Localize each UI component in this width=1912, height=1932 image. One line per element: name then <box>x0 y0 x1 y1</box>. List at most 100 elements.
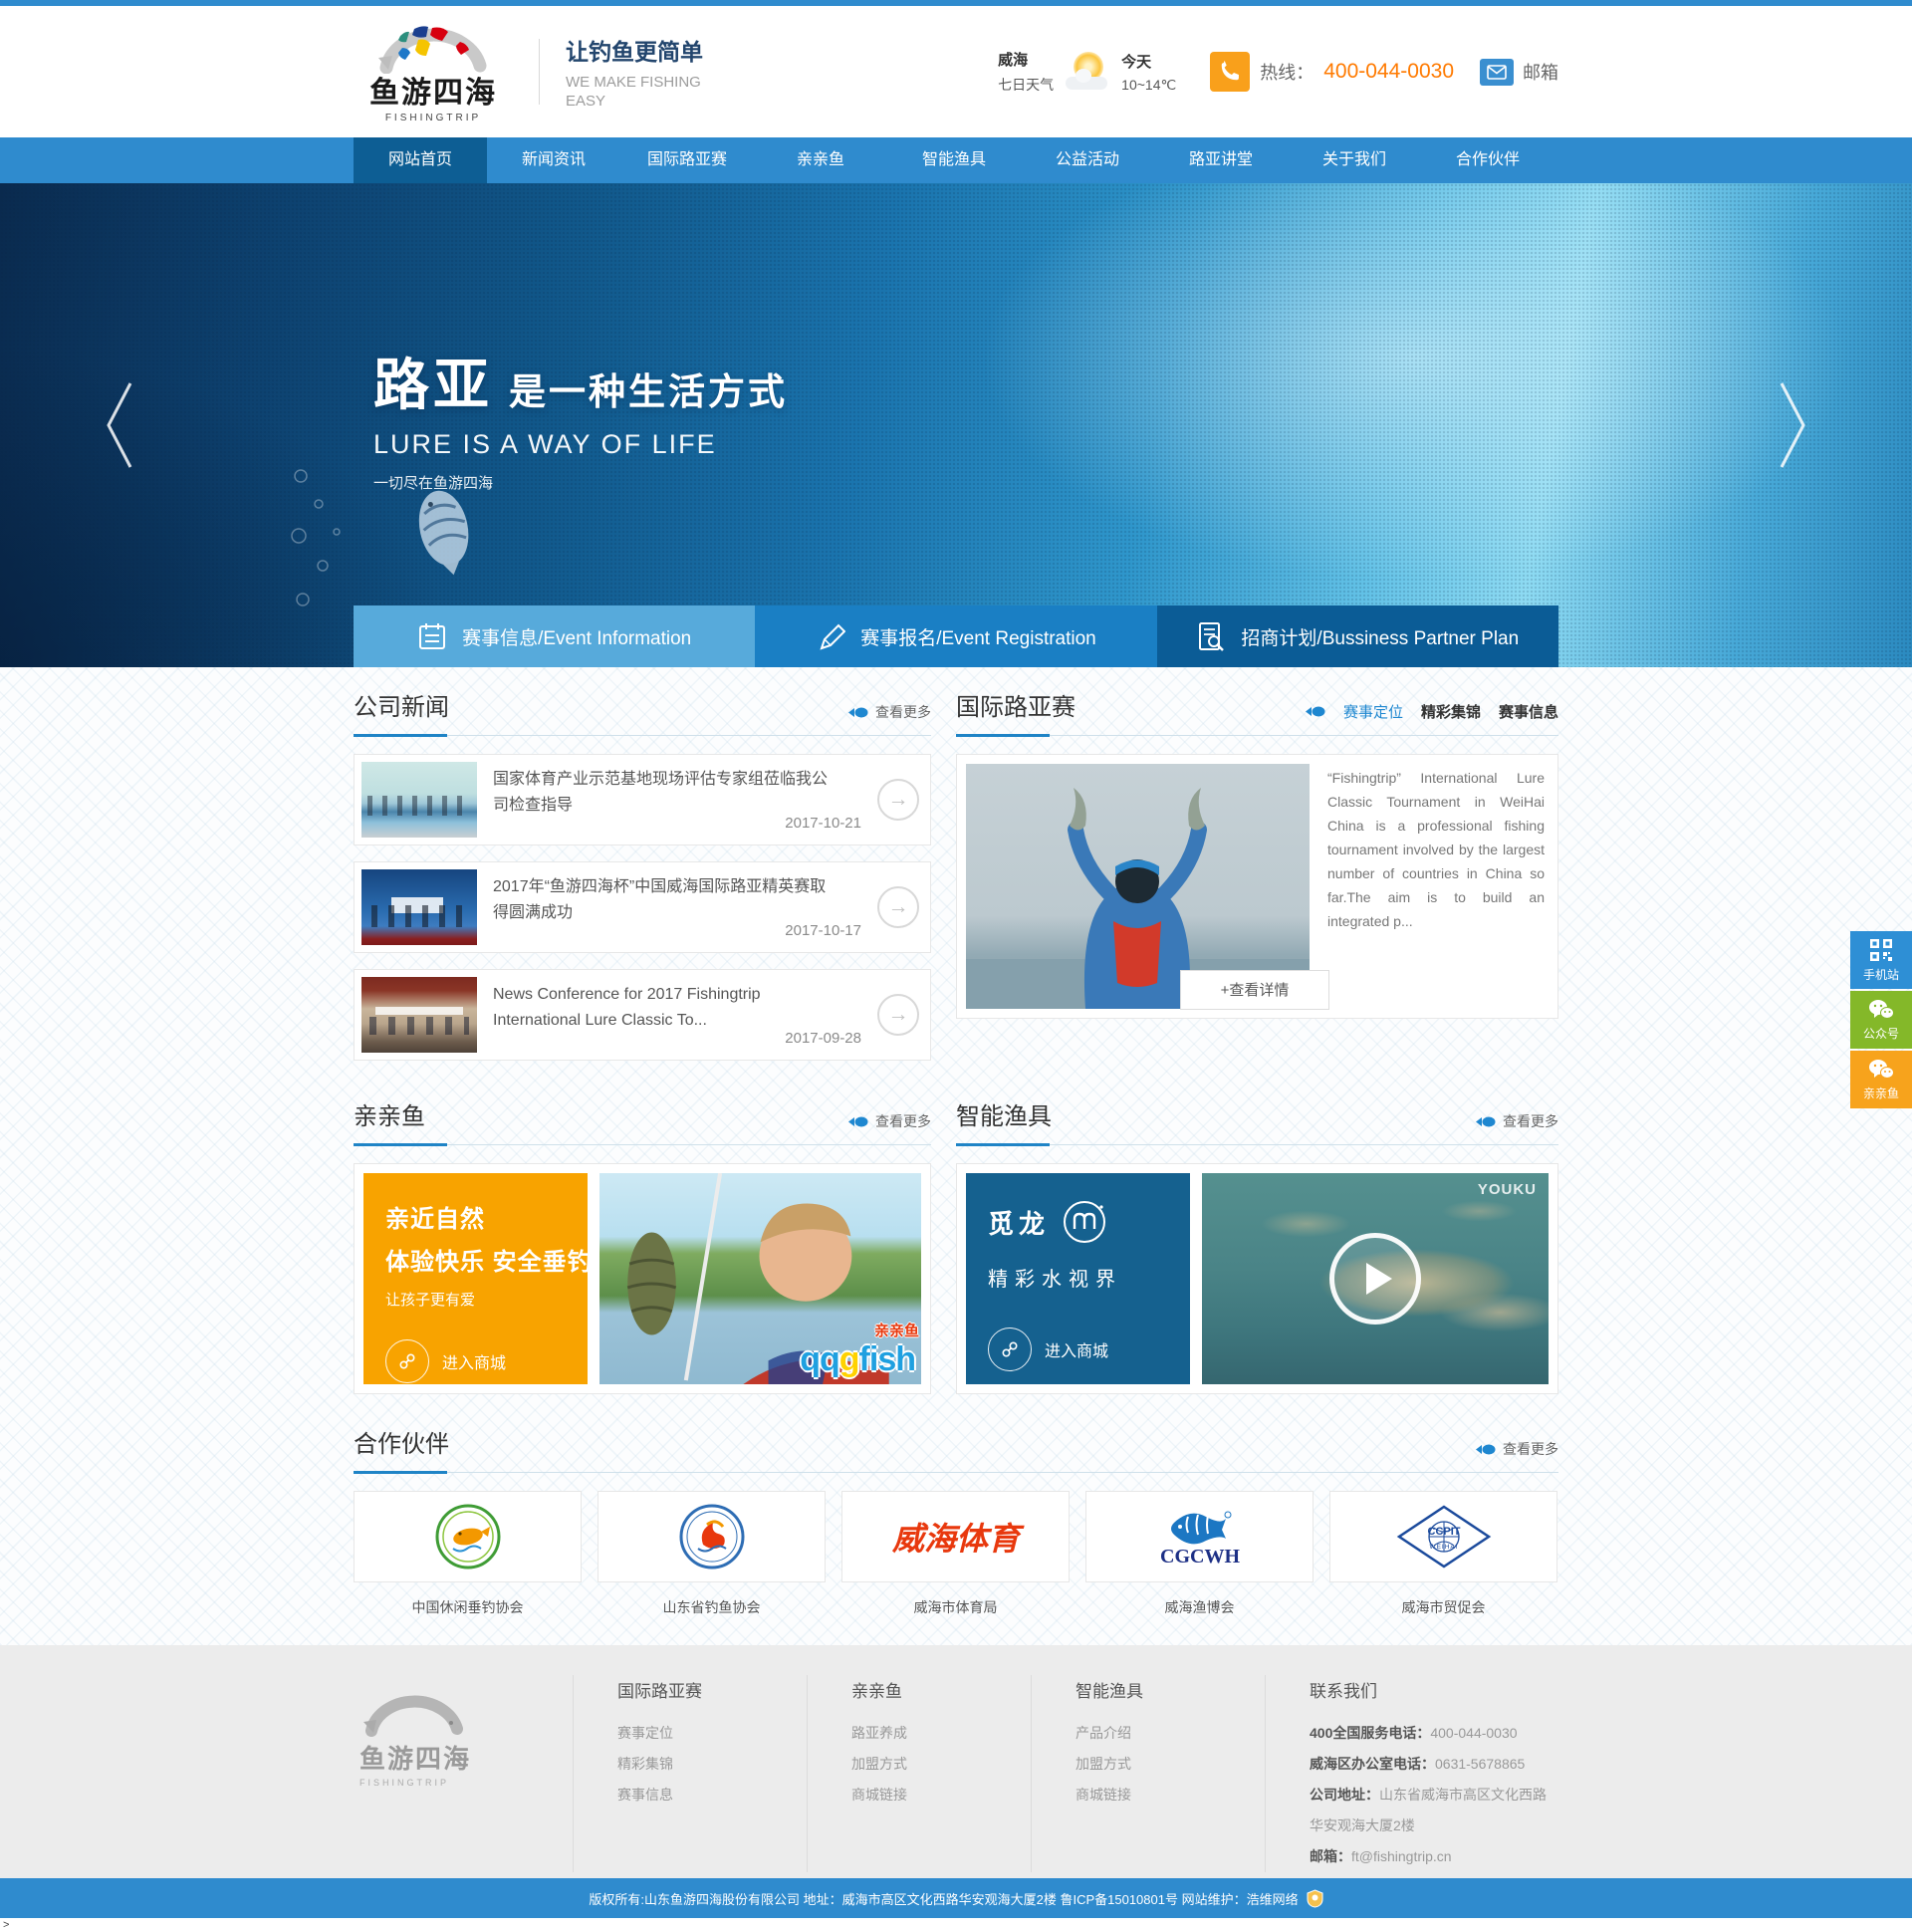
gear-slogan: 精彩水视界 <box>988 1263 1168 1292</box>
tournament-section-header: 国际路亚赛 赛事定位 精彩集锦 赛事信息 <box>956 687 1558 736</box>
nav-item-partners[interactable]: 合作伙伴 <box>1421 137 1554 183</box>
nav-item-lecture[interactable]: 路亚讲堂 <box>1154 137 1288 183</box>
partner-weihai-fishery-expo[interactable]: CGCWH 威海渔博会 <box>1085 1491 1314 1617</box>
tab-event-information[interactable]: 赛事信息/Event Information <box>354 605 755 667</box>
news-date: 2017-10-21 <box>785 815 861 832</box>
cgcwh-logo: CGCWH <box>1140 1503 1260 1570</box>
gear-more-link[interactable]: 查看更多 <box>1476 1111 1558 1131</box>
wechat-icon <box>1868 999 1894 1021</box>
carousel-prev-arrow[interactable] <box>105 379 134 471</box>
arrow-circle-icon[interactable]: → <box>877 886 919 928</box>
news-item-1[interactable]: 国家体育产业示范基地现场评估专家组莅临我公司检查指导 2017-10-21 → <box>354 754 931 845</box>
partner-weihai-ccpit[interactable]: CCPIT WEIHAI 威海市贸促会 <box>1329 1491 1557 1617</box>
sun-cloud-icon <box>1064 51 1111 93</box>
carousel-next-arrow[interactable] <box>1778 379 1807 471</box>
logo-text-cn: 鱼游四海 <box>369 68 497 112</box>
site-logo[interactable]: 鱼游四海 FISHINGTRIP <box>354 20 513 123</box>
footer-link[interactable]: 商城链接 <box>851 1780 1031 1811</box>
mail-link[interactable]: 邮箱 <box>1480 59 1558 86</box>
qqfish-more-link[interactable]: 查看更多 <box>848 1111 931 1131</box>
weather-city: 威海 <box>998 49 1054 70</box>
footer-link[interactable]: 赛事定位 <box>617 1718 807 1749</box>
hero-title-strong: 路亚 <box>373 341 493 421</box>
header: 鱼游四海 FISHINGTRIP 让钓鱼更简单 WE MAKE FISHING … <box>0 6 1912 137</box>
hero-subtitle: LURE IS A WAY OF LIFE <box>373 429 788 460</box>
footer-col-title: 亲亲鱼 <box>851 1677 1031 1702</box>
tournament-detail-button[interactable]: +查看详情 <box>1180 970 1329 1010</box>
footer-link[interactable]: 商城链接 <box>1076 1780 1265 1811</box>
footer-col-tournament: 国际路亚赛 赛事定位 精彩集锦 赛事信息 <box>573 1675 807 1872</box>
tournament-link-position[interactable]: 赛事定位 <box>1343 701 1403 722</box>
fish-icon <box>1476 1116 1496 1127</box>
nav-item-tournament[interactable]: 国际路亚赛 <box>620 137 754 183</box>
float-label: 公众号 <box>1863 1025 1899 1042</box>
gear-video: YOUKU <box>1202 1173 1549 1384</box>
partner-leisure-angling[interactable]: 中国休闲垂钓协会 <box>354 1491 582 1617</box>
news-title: News Conference for 2017 Fishingtrip Int… <box>493 982 832 1034</box>
footer-contact-row: 400全国服务电话：400-044-0030 <box>1310 1718 1558 1749</box>
stray-character: > <box>0 1918 1912 1932</box>
partner-weihai-sports[interactable]: 威海体育 威海市体育局 <box>841 1491 1070 1617</box>
logo-divider <box>539 39 540 105</box>
partners-section-title: 合作伙伴 <box>354 1424 449 1459</box>
footer-contact-row: 公司地址：山东省威海市高区文化西路华安观海大厦2楼 <box>1310 1780 1558 1841</box>
gear-section-title: 智能渔具 <box>956 1096 1052 1131</box>
qqfish-shop-link[interactable]: 进入商城 <box>385 1339 566 1383</box>
ccpit-logo-text: CCPIT <box>1427 1526 1460 1538</box>
banner-dot-texture <box>0 183 1912 667</box>
fish-icon <box>848 1116 868 1127</box>
footer-link[interactable]: 精彩集锦 <box>617 1749 807 1780</box>
qqfish-card: 亲近自然 体验快乐 安全垂钓 让孩子更有爱 进入商城 <box>354 1163 931 1394</box>
footer-link[interactable]: 加盟方式 <box>1076 1749 1265 1780</box>
arrow-circle-icon[interactable]: → <box>877 994 919 1036</box>
tab-event-registration[interactable]: 赛事报名/Event Registration <box>755 605 1156 667</box>
nav-item-news[interactable]: 新闻资讯 <box>487 137 620 183</box>
play-icon <box>1366 1263 1392 1295</box>
float-qqfish-wechat[interactable]: 亲亲鱼 <box>1850 1051 1912 1108</box>
weather-forecast-link[interactable]: 七日天气 <box>998 75 1054 95</box>
arrow-circle-icon[interactable]: → <box>877 779 919 821</box>
float-wechat-official[interactable]: 公众号 <box>1850 991 1912 1049</box>
footer-col-gear: 智能渔具 产品介绍 加盟方式 商城链接 <box>1031 1675 1265 1872</box>
nav-item-gear[interactable]: 智能渔具 <box>887 137 1021 183</box>
main-content: 公司新闻 查看更多 国家体育产业示范基地现场评估专家组莅临我公司检查指导 201… <box>0 667 1912 1645</box>
hero-title-rest: 是一种生活方式 <box>509 362 788 415</box>
partner-shandong-angling[interactable]: 山东省钓鱼协会 <box>598 1491 826 1617</box>
weihai-sports-logo: 威海体育 <box>876 1512 1036 1562</box>
gear-brand: 觅龙 <box>988 1204 1050 1241</box>
play-button[interactable] <box>1329 1233 1421 1325</box>
nav-item-charity[interactable]: 公益活动 <box>1021 137 1154 183</box>
logo-text-en: FISHINGTRIP <box>385 113 481 123</box>
mail-label: 邮箱 <box>1523 59 1558 85</box>
tab-label: 赛事信息/Event Information <box>462 623 691 650</box>
footer-logo-en: FISHINGTRIP <box>359 1778 449 1788</box>
footer-link[interactable]: 产品介绍 <box>1076 1718 1265 1749</box>
gear-section-header: 智能渔具 查看更多 <box>956 1096 1558 1145</box>
hotline: 热线： 400-044-0030 <box>1210 52 1454 92</box>
gear-shop-link[interactable]: 进入商城 <box>988 1328 1168 1371</box>
footer-col-qqfish: 亲亲鱼 路亚养成 加盟方式 商城链接 <box>807 1675 1031 1872</box>
tournament-link-highlights[interactable]: 精彩集锦 <box>1421 701 1481 722</box>
slogan-cn: 让钓鱼更简单 <box>566 33 703 67</box>
tab-business-partner-plan[interactable]: 招商计划/Bussiness Partner Plan <box>1157 605 1558 667</box>
footer-link[interactable]: 赛事信息 <box>617 1780 807 1811</box>
qqfish-photo: 亲亲鱼 qqgfish <box>599 1173 921 1384</box>
float-mobile-site[interactable]: 手机站 <box>1850 931 1912 989</box>
footer: 鱼游四海 FISHINGTRIP 国际路亚赛 赛事定位 精彩集锦 赛事信息 亲亲… <box>0 1645 1912 1878</box>
milong-brand-icon <box>1062 1199 1107 1245</box>
news-more-link[interactable]: 查看更多 <box>848 702 931 722</box>
footer-link[interactable]: 路亚养成 <box>851 1718 1031 1749</box>
news-title: 国家体育产业示范基地现场评估专家组莅临我公司检查指导 <box>493 767 832 819</box>
partners-section-header: 合作伙伴 查看更多 <box>354 1424 1558 1473</box>
footer-link[interactable]: 加盟方式 <box>851 1749 1031 1780</box>
qqfish-section-title: 亲亲鱼 <box>354 1096 425 1131</box>
news-item-2[interactable]: 2017年“鱼游四海杯”中国威海国际路亚精英赛取得圆满成功 2017-10-17… <box>354 861 931 953</box>
nav-item-about[interactable]: 关于我们 <box>1288 137 1421 183</box>
nav-item-home[interactable]: 网站首页 <box>354 137 487 183</box>
tournament-link-info[interactable]: 赛事信息 <box>1499 701 1558 722</box>
fish-icon <box>1476 1444 1496 1455</box>
partner-name: 威海市贸促会 <box>1329 1597 1557 1617</box>
nav-item-qqfish[interactable]: 亲亲鱼 <box>754 137 887 183</box>
news-item-3[interactable]: News Conference for 2017 Fishingtrip Int… <box>354 969 931 1061</box>
partners-more-link[interactable]: 查看更多 <box>1476 1439 1558 1459</box>
